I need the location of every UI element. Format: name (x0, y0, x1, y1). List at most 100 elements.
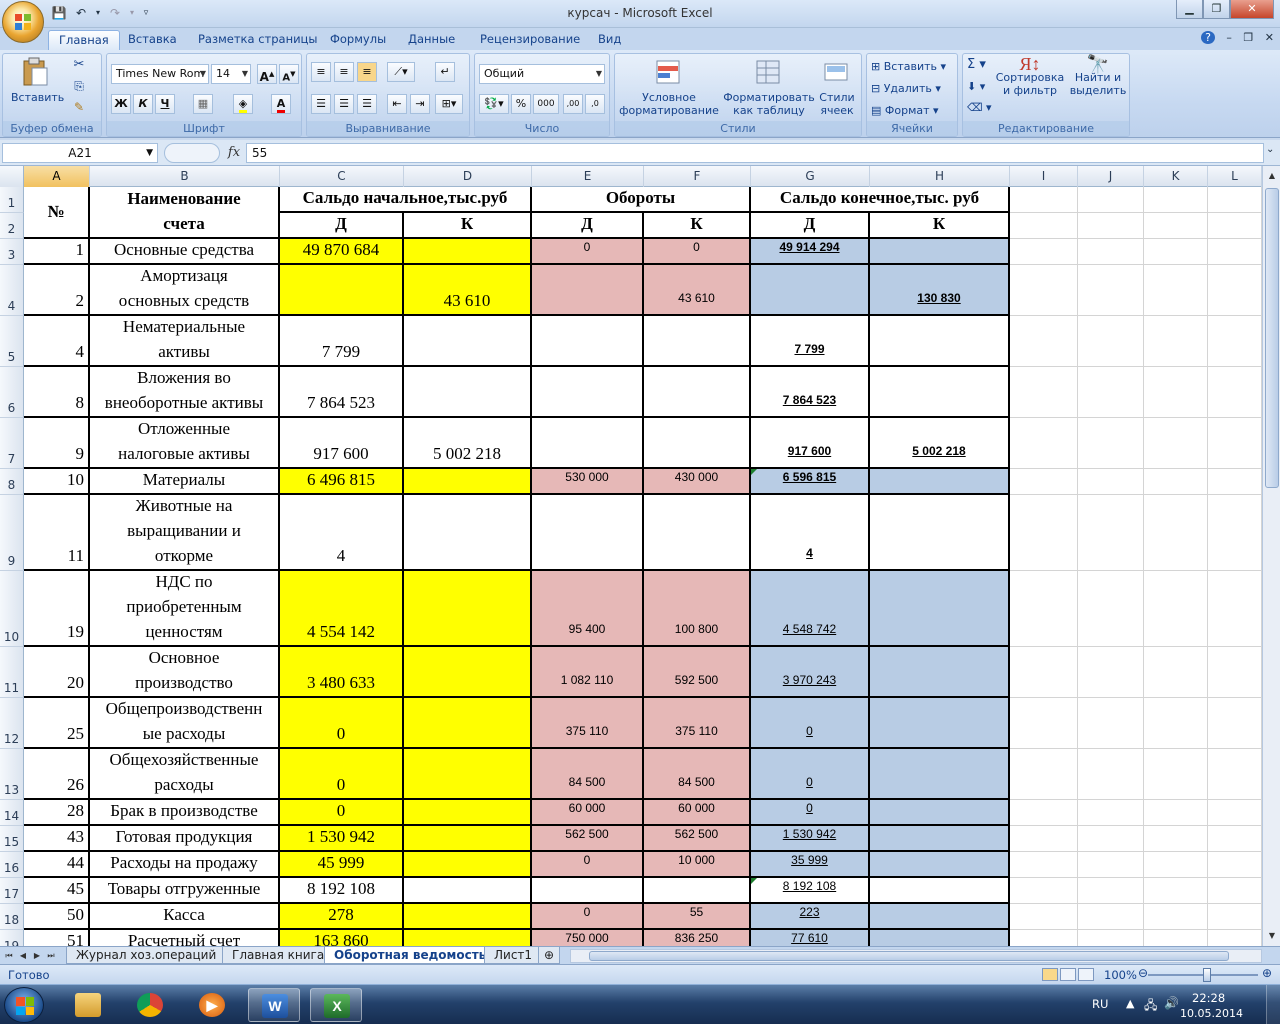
turnover-credit[interactable] (644, 316, 751, 367)
turnover-debit[interactable]: 750 000 (532, 930, 644, 946)
column-header[interactable]: L (1208, 166, 1262, 187)
opening-debit[interactable]: 6 496 815 (280, 469, 404, 495)
fill-color-button[interactable]: ◈ (233, 94, 253, 114)
cell[interactable] (1144, 904, 1208, 930)
opening-credit[interactable] (404, 904, 532, 930)
increase-indent-icon[interactable]: ⇥ (410, 94, 430, 114)
row-header[interactable]: 8 (0, 469, 24, 495)
zoom-in-icon[interactable]: ⊕ (1262, 966, 1272, 980)
header-turnover[interactable]: Обороты (532, 187, 751, 213)
row-header[interactable]: 6 (0, 367, 24, 418)
account-number[interactable]: 9 (24, 418, 90, 469)
font-size-select[interactable]: 14 ▼ (211, 64, 251, 84)
turnover-debit[interactable]: 0 (532, 852, 644, 878)
turnover-credit[interactable]: 562 500 (644, 826, 751, 852)
turnover-debit[interactable] (532, 367, 644, 418)
cell[interactable] (1208, 571, 1262, 647)
cell[interactable] (1208, 213, 1262, 239)
closing-debit[interactable]: 917 600 (751, 418, 870, 469)
cell[interactable] (1078, 878, 1144, 904)
row-header[interactable]: 7 (0, 418, 24, 469)
opening-debit[interactable]: 278 (280, 904, 404, 930)
closing-debit[interactable]: 7 799 (751, 316, 870, 367)
account-number[interactable]: 26 (24, 749, 90, 800)
header-debit-credit[interactable]: К (404, 213, 532, 239)
account-number[interactable]: 50 (24, 904, 90, 930)
turnover-credit[interactable] (644, 878, 751, 904)
header-number[interactable]: № (24, 187, 90, 239)
opening-debit[interactable]: 49 870 684 (280, 239, 404, 265)
turnover-debit[interactable] (532, 878, 644, 904)
account-name[interactable]: Амортизаця основных средств (90, 265, 280, 316)
cell[interactable] (1208, 495, 1262, 571)
opening-debit[interactable]: 3 480 633 (280, 647, 404, 698)
cell[interactable] (1208, 852, 1262, 878)
cell[interactable] (1010, 213, 1078, 239)
turnover-credit[interactable]: 592 500 (644, 647, 751, 698)
tab-review[interactable]: Рецензирование (470, 30, 590, 50)
start-button[interactable] (4, 987, 44, 1023)
align-top-icon[interactable]: ≡ (311, 62, 331, 82)
turnover-debit[interactable]: 60 000 (532, 800, 644, 826)
cell[interactable] (1078, 495, 1144, 571)
cell[interactable] (1208, 904, 1262, 930)
delete-cells-button[interactable]: ⊟ Удалить ▾ (871, 82, 941, 95)
last-sheet-icon[interactable]: ⏭ (44, 948, 58, 963)
cell[interactable] (1144, 495, 1208, 571)
header-debit-credit[interactable]: Д (280, 213, 404, 239)
column-header[interactable]: C (280, 166, 404, 187)
font-name-select[interactable]: Times New Rom ▼ (111, 64, 209, 84)
closing-credit[interactable] (870, 749, 1010, 800)
opening-credit[interactable] (404, 469, 532, 495)
workbook-close-icon[interactable]: ✕ (1265, 31, 1274, 44)
cell[interactable] (1010, 265, 1078, 316)
header-closing-balance[interactable]: Сальдо конечное,тыс. руб (751, 187, 1010, 213)
zoom-level[interactable]: 100% (1104, 968, 1137, 982)
cell[interactable] (1208, 239, 1262, 265)
turnover-credit[interactable]: 84 500 (644, 749, 751, 800)
language-indicator[interactable]: RU (1092, 997, 1108, 1011)
scroll-up-icon[interactable]: ▲ (1265, 168, 1279, 184)
find-select-button[interactable]: 🔭 Найти и выделить (1069, 56, 1127, 98)
insert-function-button[interactable]: fx (224, 143, 244, 163)
opening-credit[interactable] (404, 316, 532, 367)
insert-cells-button[interactable]: ⊞ Вставить ▾ (871, 60, 946, 73)
paste-button[interactable]: Вставить (11, 56, 64, 114)
column-header[interactable]: F (644, 166, 751, 187)
opening-debit[interactable]: 0 (280, 698, 404, 749)
workbook-minimize-icon[interactable]: – (1226, 31, 1232, 44)
closing-debit[interactable]: 223 (751, 904, 870, 930)
turnover-debit[interactable]: 84 500 (532, 749, 644, 800)
decrease-decimal-icon[interactable]: ,0 (585, 94, 605, 114)
cell[interactable] (1078, 469, 1144, 495)
expand-formula-bar-icon[interactable]: ⌄ (1266, 144, 1278, 162)
closing-debit[interactable]: 35 999 (751, 852, 870, 878)
align-bottom-icon[interactable]: ≡ (357, 62, 377, 82)
office-button[interactable] (2, 1, 44, 43)
cell[interactable] (1144, 647, 1208, 698)
opening-credit[interactable] (404, 878, 532, 904)
account-name[interactable]: Нематериальные активы (90, 316, 280, 367)
cell[interactable] (1078, 316, 1144, 367)
cell[interactable] (1144, 213, 1208, 239)
tab-page-layout[interactable]: Разметка страницы (188, 30, 327, 50)
opening-credit[interactable] (404, 930, 532, 946)
zoom-out-icon[interactable]: ⊖ (1138, 966, 1148, 980)
opening-debit[interactable]: 7 799 (280, 316, 404, 367)
account-name[interactable]: НДС по приобретенным ценностям (90, 571, 280, 647)
cell[interactable] (1144, 826, 1208, 852)
closing-debit[interactable]: 3 970 243 (751, 647, 870, 698)
cell[interactable] (1208, 749, 1262, 800)
closing-credit[interactable] (870, 878, 1010, 904)
cell[interactable] (1144, 418, 1208, 469)
grow-font-button[interactable]: A▲ (257, 64, 277, 84)
turnover-credit[interactable]: 60 000 (644, 800, 751, 826)
header-debit-credit[interactable]: К (870, 213, 1010, 239)
row-header[interactable]: 14 (0, 800, 24, 826)
turnover-credit[interactable] (644, 418, 751, 469)
opening-credit[interactable] (404, 367, 532, 418)
formula-bar-handle[interactable] (164, 143, 220, 163)
account-number[interactable]: 8 (24, 367, 90, 418)
bold-button[interactable]: Ж (111, 94, 131, 114)
fill-icon[interactable]: ⬇ ▾ (967, 80, 985, 93)
